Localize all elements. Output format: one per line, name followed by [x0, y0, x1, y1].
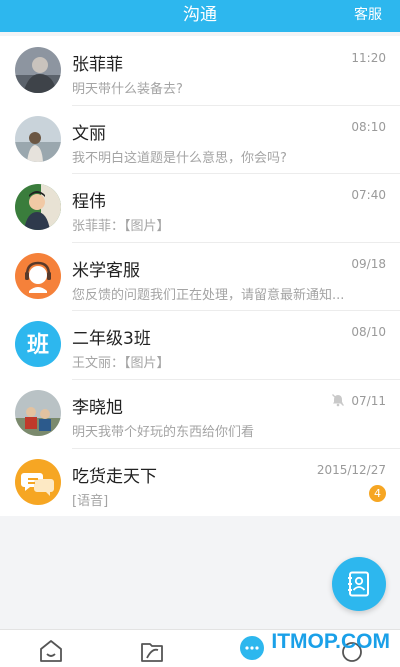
conversation-preview: [语音] — [72, 493, 109, 509]
conversation-preview: 我不明白这道题是什么意思，你会吗? — [72, 150, 287, 166]
photo-group-icon — [15, 389, 61, 436]
conversation-preview: 明天带什么装备去? — [72, 82, 183, 97]
photo-woman-field-icon — [15, 115, 61, 162]
conversation-row[interactable]: 吃货走天下 [语音] 2015/12/27 4 — [0, 447, 400, 517]
home-icon[interactable] — [37, 636, 65, 664]
top-bar: 沟通 客服 — [0, 0, 400, 32]
conversation-row[interactable]: 李晓旭 明天我带个好玩的东西给你们看 07/11 — [0, 378, 400, 448]
customer-service-button[interactable]: 客服 — [354, 0, 382, 32]
contacts-button[interactable] — [332, 557, 386, 611]
class-avatar-text: 班 — [27, 333, 49, 358]
photo-woman-icon — [15, 47, 61, 93]
conversation-row[interactable]: 文丽 我不明白这道题是什么意思，你会吗? 08:10 — [0, 104, 400, 174]
conversation-name: 二年级3班 — [72, 329, 151, 350]
chat-icon[interactable] — [238, 634, 266, 662]
page-title: 沟通 — [183, 5, 217, 25]
conversation-name: 米学客服 — [72, 260, 140, 281]
conversation-preview: 王文丽：【图片】 — [72, 356, 170, 372]
conversation-name: 文丽 — [72, 123, 106, 144]
watermark: ITMOP.COM — [271, 630, 390, 653]
conversation-name: 李晓旭 — [72, 397, 123, 418]
mute-icon — [332, 394, 344, 407]
conversation-time: 08:10 — [351, 119, 386, 134]
conversation-preview: 张菲菲：【图片】 — [72, 219, 170, 235]
conversation-row[interactable]: 米学客服 您反馈的问题我们正在处理，请留意最新通知... 09/18 — [0, 241, 400, 311]
conversation-row[interactable]: 张菲菲 明天带什么装备去? 11:20 — [0, 36, 400, 105]
book-icon[interactable] — [138, 636, 166, 664]
conversation-list: 张菲菲 明天带什么装备去? 11:20 文丽 我不明白这道题是什么意思，你会吗?… — [0, 36, 400, 517]
contacts-icon — [348, 571, 369, 597]
photo-boy-icon — [15, 184, 61, 231]
conversation-time: 07:40 — [351, 188, 386, 203]
conversation-row[interactable]: 程伟 张菲菲：【图片】 07:40 — [0, 173, 400, 242]
conversation-time: 11:20 — [351, 51, 386, 65]
conversation-name: 吃货走天下 — [72, 466, 157, 487]
conversation-preview: 明天我带个好玩的东西给你们看 — [72, 424, 255, 440]
conversation-time: 2015/12/27 — [316, 462, 386, 477]
conversation-row[interactable]: 班 二年级3班 王文丽：【图片】 08/10 — [0, 310, 400, 379]
customer-service-icon — [15, 252, 61, 299]
class-icon: 班 — [15, 321, 61, 368]
unread-badge: 4 — [369, 484, 386, 502]
conversation-name: 张菲菲 — [72, 55, 123, 75]
conversation-time: 08/10 — [351, 325, 386, 340]
conversation-name: 程伟 — [72, 192, 106, 213]
conversation-time: 09/18 — [351, 256, 386, 271]
group-chat-icon — [15, 458, 61, 505]
conversation-time: 07/11 — [351, 393, 386, 408]
conversation-preview: 您反馈的问题我们正在处理，请留意最新通知... — [72, 287, 345, 303]
